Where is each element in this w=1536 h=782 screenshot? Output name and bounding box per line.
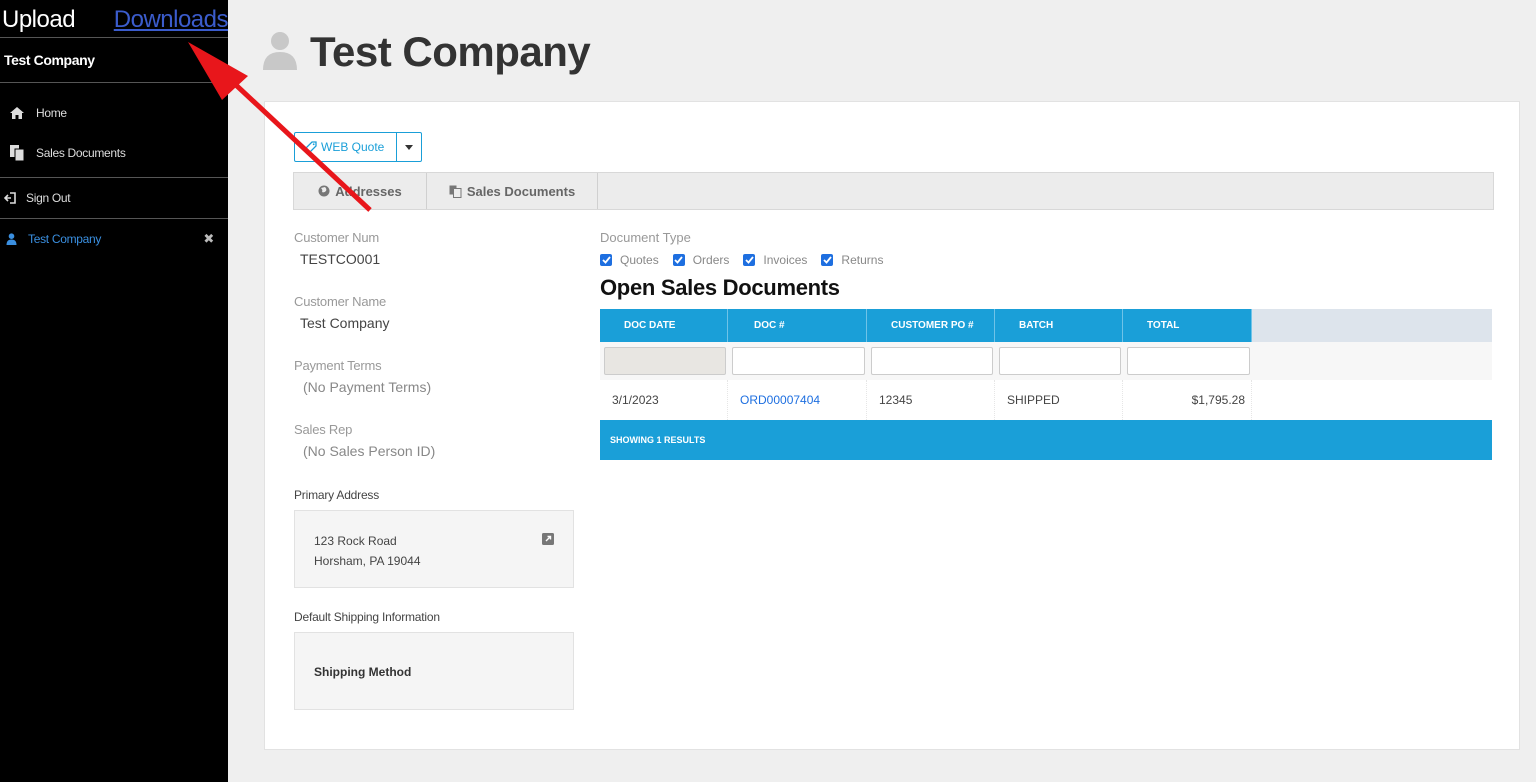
column-header-doc-date[interactable]: DOC DATE [600,309,728,342]
shipping-method-label: Shipping Method [314,665,412,679]
sales-rep-value: (No Sales Person ID) [303,443,436,459]
sidebar-item-sign-out[interactable]: Sign Out [0,178,228,218]
column-header-batch[interactable]: BATCH [995,309,1123,342]
customer-card: WEB Quote Addresses Sales Documents Cust… [264,101,1520,750]
sidebar-item-home[interactable]: Home [0,93,228,133]
address-line: 123 Rock Road [314,534,397,548]
tab-label: Addresses [335,183,402,199]
checkbox-label: Orders [692,253,730,267]
checkmark-icon [600,254,612,266]
tab-sales-documents[interactable]: Sales Documents [427,173,598,209]
globe-icon [318,185,330,197]
close-icon[interactable]: ✖ [203,231,214,247]
checkbox-label: Quotes [620,253,659,267]
customer-info: Customer Num TESTCO001 Customer Name Tes… [294,230,576,710]
cell-doc-number-link[interactable]: ORD00007404 [728,380,867,420]
filter-customer-po[interactable] [871,347,993,375]
cell-doc-date: 3/1/2023 [600,380,728,420]
tab-label: Sales Documents [466,183,576,199]
default-shipping-label: Default Shipping Information [294,610,440,624]
user-icon [0,233,22,245]
sidebar-item-label: Sales Documents [36,146,126,160]
tab-bar: Addresses Sales Documents [293,172,1494,210]
grid-footer: SHOWING 1 RESULTS [600,420,1492,460]
sign-out-icon [0,192,22,204]
column-header-customer-po[interactable]: CUSTOMER PO # [867,309,995,342]
cell-total: $1,795.28 [1123,380,1252,420]
open-sales-documents-heading: Open Sales Documents [600,275,840,300]
sidebar-item-label: Sign Out [26,191,71,205]
filter-batch[interactable] [999,347,1121,375]
downloads-link[interactable]: Downloads [114,6,229,34]
column-header-doc-number[interactable]: DOC # [728,309,867,342]
customer-num-label: Customer Num [294,230,380,245]
checkbox-label: Returns [841,253,884,267]
address-line: Horsham, PA 19044 [314,554,421,568]
filter-total[interactable] [1127,347,1250,375]
page-title-text: Test Company [310,28,591,75]
filter-doc-number[interactable] [732,347,865,375]
sales-rep-label: Sales Rep [294,422,353,437]
customer-name-label: Customer Name [294,294,387,309]
web-quote-label: WEB Quote [321,140,385,154]
sales-documents-grid: DOC DATE DOC # CUSTOMER PO # BATCH TOTAL… [600,309,1492,460]
grid-filter-row [600,342,1492,380]
customer-name-value: Test Company [300,315,390,331]
table-row: 3/1/2023 ORD00007404 12345 SHIPPED $1,79… [600,380,1492,420]
tag-icon [305,141,317,153]
document-type-label: Document Type [600,230,691,245]
payment-terms-label: Payment Terms [294,358,382,373]
quote-dropdown-toggle[interactable] [397,133,421,161]
copy-icon [6,144,28,162]
checkmark-icon [672,254,685,266]
sidebar-item-active-customer[interactable]: Test Company ✖ [0,219,228,259]
sidebar: PO Upload Downloads Test Company Home Sa… [0,0,229,782]
sidebar-topbar: PO Upload Downloads [0,0,229,38]
tab-addresses[interactable]: Addresses [294,173,427,209]
sidebar-item-label: Home [36,106,67,120]
primary-address-label: Primary Address [294,488,380,502]
checkmark-icon [743,254,756,266]
caret-down-icon [405,144,414,150]
sales-documents-panel: Document Type Quotes Orders Invoices Ret… [600,230,1492,460]
checkbox-orders[interactable]: Orders [672,253,730,267]
cell-customer-po: 12345 [867,380,995,420]
web-quote-button[interactable]: WEB Quote [295,133,398,161]
checkbox-quotes[interactable]: Quotes [600,253,659,267]
checkbox-invoices[interactable]: Invoices [743,253,807,267]
document-type-filters: Quotes Orders Invoices Returns [600,253,1492,267]
payment-terms-value: (No Payment Terms) [303,379,432,395]
user-icon [262,30,298,74]
sidebar-company-name: Test Company [0,38,228,83]
checkbox-returns[interactable]: Returns [821,253,883,267]
primary-address-box: 123 Rock Road Horsham, PA 19044 [294,510,574,588]
app-title[interactable]: PO Upload [2,0,102,34]
column-header-total[interactable]: TOTAL [1123,309,1252,342]
home-icon [6,106,28,120]
copy-icon [449,185,462,198]
web-quote-split-button: WEB Quote [294,132,423,162]
default-shipping-box: Shipping Method [294,632,574,710]
customer-num-value: TESTCO001 [300,251,381,267]
cell-batch: SHIPPED [995,380,1123,420]
checkmark-icon [821,254,834,266]
sidebar-item-label: Test Company [28,232,102,246]
sidebar-item-sales-documents[interactable]: Sales Documents [0,133,228,173]
external-link-icon[interactable] [542,531,554,551]
filter-doc-date[interactable] [604,347,726,375]
checkbox-label: Invoices [763,253,808,267]
grid-header: DOC DATE DOC # CUSTOMER PO # BATCH TOTAL [600,309,1492,342]
page-title: Test Company [262,28,591,76]
